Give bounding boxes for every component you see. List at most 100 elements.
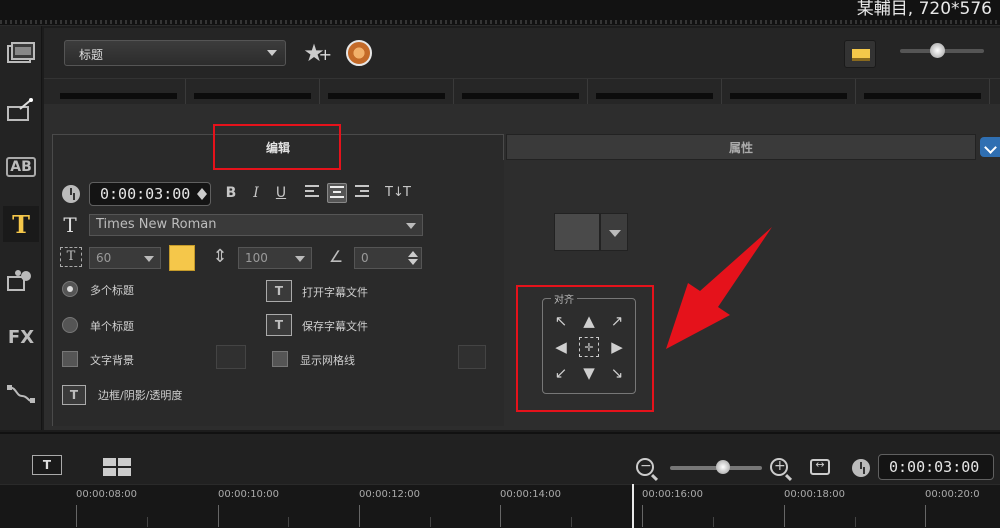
add-favorite-button[interactable]: ★ +: [298, 38, 332, 68]
highlight-edit-tab: [213, 124, 341, 170]
rotate-angle-icon: ∠: [328, 247, 344, 266]
spin-down-icon[interactable]: [197, 194, 207, 200]
ruler-minor-mark: [288, 517, 289, 527]
align-right-button[interactable]: [352, 183, 372, 203]
text-color-swatch[interactable]: [169, 245, 195, 271]
timeline-ruler[interactable]: 00:00:08:00 00:00:10:00 00:00:12:00 00:0…: [0, 484, 1000, 528]
duration-field[interactable]: 0:00:03:00: [89, 182, 211, 206]
slider-knob[interactable]: [930, 43, 945, 58]
background-color-box[interactable]: [554, 213, 600, 251]
timecode-clock-icon: [852, 459, 870, 477]
text-background-settings-icon[interactable]: [216, 345, 246, 369]
single-title-radio[interactable]: [62, 317, 78, 333]
title-t-icon: T: [12, 209, 30, 239]
svg-text:T↓: T↓: [385, 185, 404, 199]
open-subtitle-label[interactable]: 打开字幕文件: [302, 284, 368, 300]
bold-button[interactable]: B: [221, 183, 241, 203]
timeline-toolbar: T − + 0:00:03:00: [0, 432, 1000, 484]
title-thumbnail[interactable]: [186, 79, 320, 105]
rotation-value: 0: [361, 251, 369, 265]
category-dropdown[interactable]: 标题: [64, 40, 286, 66]
title-thumbnail[interactable]: [454, 79, 588, 105]
ruler-minor-mark: [571, 517, 572, 527]
ruler-tick-label: 00:00:16:00: [642, 489, 704, 500]
save-subtitle-label[interactable]: 保存字幕文件: [302, 318, 368, 334]
border-shadow-label: 边框/阴影/透明度: [98, 389, 183, 402]
timeline-timecode-field[interactable]: 0:00:03:00: [878, 454, 994, 480]
fit-icon[interactable]: [810, 458, 830, 475]
duration-value: 0:00:03:00: [100, 185, 191, 203]
timeline-zoom-slider[interactable]: [670, 460, 762, 474]
media-library-button[interactable]: [3, 36, 39, 72]
font-size-icon: T: [60, 247, 82, 267]
callout-arrow-icon: [666, 227, 772, 349]
spin-down-icon[interactable]: [408, 259, 418, 265]
title-thumbnail[interactable]: [856, 79, 990, 105]
background-color-dropdown[interactable]: [600, 213, 628, 251]
highlight-align-group: [516, 285, 654, 412]
spin-up-icon[interactable]: [408, 251, 418, 257]
multi-title-radio[interactable]: [62, 281, 78, 297]
slider-knob[interactable]: [716, 460, 730, 474]
tab-attributes[interactable]: 属性: [506, 134, 976, 160]
line-spacing-dropdown[interactable]: 100: [238, 247, 312, 269]
filter-button[interactable]: FX: [3, 319, 39, 355]
ruler-tick-label: 00:00:12:00: [359, 489, 421, 500]
font-size-dropdown[interactable]: 60: [89, 247, 161, 269]
line-spacing-icon: ⇕: [212, 246, 228, 267]
title-thumbnail[interactable]: [588, 79, 722, 105]
text-background-label: 文字背景: [90, 354, 134, 367]
timeline-playhead[interactable]: [632, 484, 634, 528]
clip-icon: [7, 42, 35, 63]
svg-text:T: T: [402, 185, 411, 199]
zoom-in-icon[interactable]: +: [770, 458, 788, 476]
align-center-button[interactable]: [327, 183, 347, 203]
title-thumbnail[interactable]: [52, 79, 186, 105]
font-dropdown[interactable]: Times New Roman: [89, 214, 423, 236]
filter-fx-icon: FX: [7, 326, 35, 348]
open-subtitle-icon[interactable]: T: [266, 280, 292, 302]
title-thumbnail-strip: [44, 78, 1000, 105]
align-left-button[interactable]: [302, 183, 322, 203]
path-button[interactable]: [3, 376, 39, 412]
ruler-minor-mark: [147, 517, 148, 527]
ruler-tick-label: 00:00:10:00: [218, 489, 280, 500]
font-t-icon: T: [63, 213, 77, 237]
text-direction-button[interactable]: T↓ T: [384, 183, 420, 203]
align-left-icon: [305, 185, 319, 197]
text-background-checkbox[interactable]: [62, 351, 78, 367]
align-right-icon: [355, 185, 369, 197]
ruler-minor-mark: [430, 517, 431, 527]
ruler-mark: [76, 505, 77, 527]
single-title-label: 单个标题: [90, 320, 134, 333]
view-toggle-button[interactable]: [844, 40, 876, 68]
panel-collapse-button[interactable]: [980, 137, 1000, 157]
ruler-mark: [784, 505, 785, 527]
graphics-button[interactable]: [3, 262, 39, 298]
chevron-down-icon: [406, 223, 416, 229]
title-thumbnail[interactable]: [320, 79, 454, 105]
title-thumbnail[interactable]: [722, 79, 856, 105]
transition-button[interactable]: AB: [3, 149, 39, 185]
category-value: 标题: [79, 48, 104, 62]
italic-button[interactable]: I: [246, 183, 266, 203]
timeline-timecode: 0:00:03:00: [889, 458, 980, 476]
zoom-out-icon[interactable]: −: [636, 458, 654, 476]
plus-icon: +: [318, 45, 332, 64]
border-shadow-button[interactable]: T: [62, 385, 86, 405]
thumbnail-size-slider[interactable]: [900, 43, 984, 58]
rotation-field[interactable]: 0: [354, 247, 422, 269]
show-grid-checkbox[interactable]: [272, 351, 288, 367]
timeline-text-tool-button[interactable]: T: [32, 455, 62, 475]
ruler-tick-label: 00:00:20:0: [925, 489, 980, 500]
grid-settings-icon[interactable]: [458, 345, 486, 369]
title-bar: 某輔目, 720*576: [0, 0, 1000, 26]
underline-button[interactable]: U: [271, 183, 291, 203]
color-wheel-icon[interactable]: [346, 40, 372, 66]
text-direction-icon: T↓ T: [384, 185, 411, 200]
save-subtitle-icon[interactable]: T: [266, 314, 292, 336]
title-button[interactable]: T: [3, 206, 39, 242]
fx-wand-icon: [7, 98, 33, 121]
instant-project-button[interactable]: [3, 92, 39, 128]
storyboard-view-button[interactable]: [103, 458, 131, 476]
